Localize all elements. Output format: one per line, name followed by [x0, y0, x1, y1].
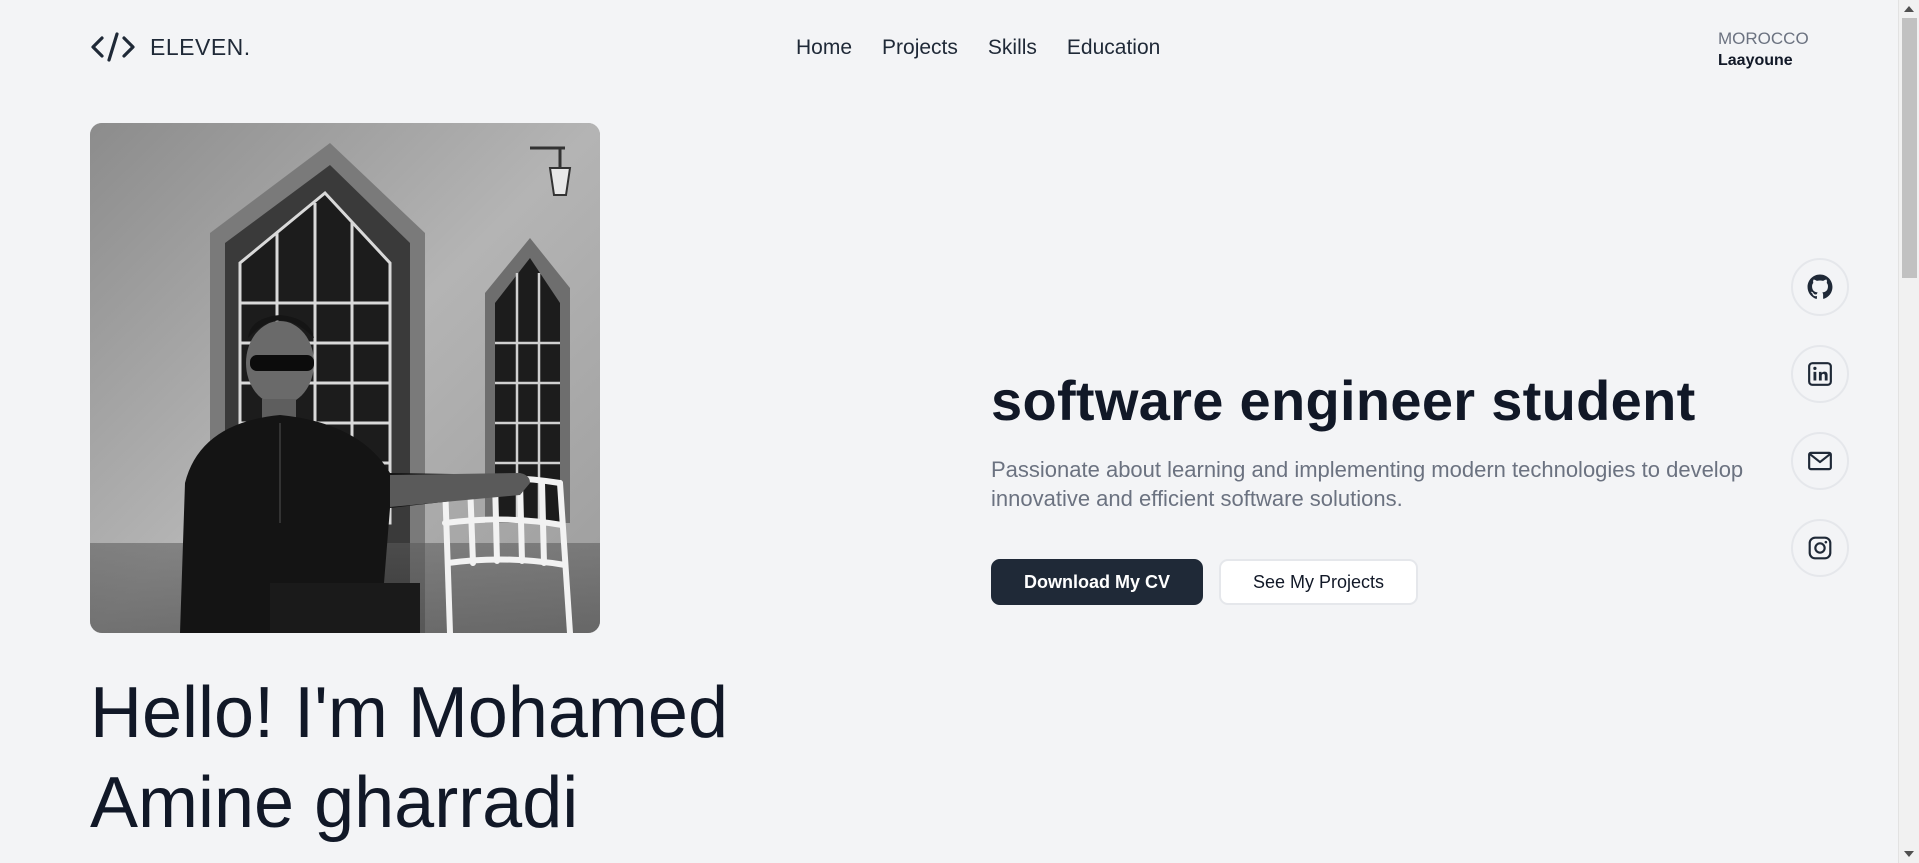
instagram-icon	[1808, 536, 1832, 560]
nav-projects[interactable]: Projects	[882, 36, 958, 60]
location: MOROCCO Laayoune	[1718, 28, 1809, 72]
code-icon	[91, 32, 135, 62]
github-icon	[1807, 274, 1833, 299]
linkedin-icon	[1808, 362, 1832, 386]
see-projects-button[interactable]: See My Projects	[1219, 559, 1419, 605]
hero-description: Passionate about learning and implementi…	[991, 457, 1744, 511]
nav-home[interactable]: Home	[796, 36, 852, 60]
logo-text: ELEVEN.	[150, 33, 251, 60]
social-links	[1791, 258, 1849, 577]
instagram-link[interactable]	[1791, 519, 1849, 577]
vertical-scrollbar[interactable]	[1898, 0, 1919, 863]
hero-greeting: Hello! I'm Mohamed Amine gharradi	[90, 668, 890, 848]
linkedin-link[interactable]	[1791, 345, 1849, 403]
location-city: Laayoune	[1718, 52, 1793, 69]
greeting-line-1: Hello! I'm Mohamed	[90, 673, 728, 753]
main-nav: Home Projects Skills Education	[796, 36, 1160, 60]
nav-education[interactable]: Education	[1067, 36, 1160, 60]
location-country: MOROCCO	[1718, 29, 1809, 48]
hero-actions: Download My CV See My Projects	[991, 559, 1419, 605]
scroll-down-arrow-icon[interactable]	[1904, 851, 1914, 857]
mail-icon	[1808, 451, 1832, 471]
greeting-line-2: Amine gharradi	[90, 763, 579, 843]
mail-link[interactable]	[1791, 432, 1849, 490]
scroll-up-arrow-icon[interactable]	[1904, 6, 1914, 12]
download-cv-button[interactable]: Download My CV	[991, 559, 1204, 605]
scrollbar-thumb[interactable]	[1902, 18, 1917, 278]
page: ELEVEN. Home Projects Skills Education M…	[0, 0, 1919, 863]
github-link[interactable]	[1791, 258, 1849, 316]
site-logo[interactable]: ELEVEN.	[90, 30, 251, 64]
hero-role: software engineer student	[991, 369, 1696, 432]
profile-photo	[90, 123, 600, 633]
nav-skills[interactable]: Skills	[988, 36, 1037, 60]
